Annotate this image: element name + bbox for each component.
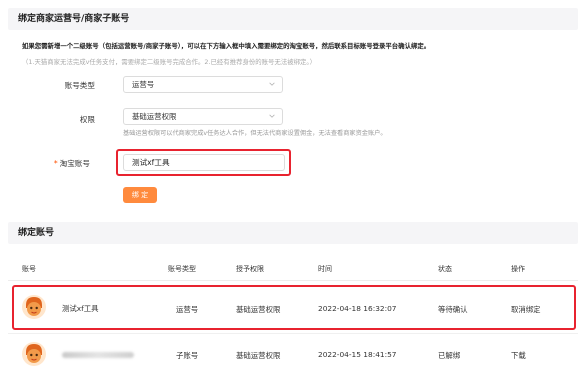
download-link[interactable]: 下载 <box>511 350 526 361</box>
col-header-account: 账号 <box>22 265 36 273</box>
account-type-label: 账号类型 <box>64 81 95 90</box>
account-type-value: 运营号 <box>132 80 155 89</box>
permission-select[interactable]: 基础运营权限 <box>123 108 283 125</box>
bind-hint-sub: （1.天猫商家无法完成v任务支付，需要绑定二级账号完成合作。2.已经有推荐身份的… <box>22 58 316 66</box>
required-mark: * <box>53 159 58 168</box>
taobao-account-label: * 淘宝账号 <box>0 158 90 169</box>
col-header-type: 账号类型 <box>168 265 196 273</box>
bind-button[interactable]: 绑 定 <box>123 187 157 203</box>
bound-section-title: 绑定账号 <box>8 222 578 244</box>
chevron-down-icon <box>269 114 275 118</box>
col-header-action: 操作 <box>511 265 525 273</box>
highlight-box-row <box>12 285 576 330</box>
bind-hint-main: 如果您需新增一个二级账号（包括运营账号/商家子账号），可以在下方输入框中填入需要… <box>22 42 431 50</box>
row-divider <box>8 333 578 334</box>
col-header-permission: 授予权限 <box>236 265 264 273</box>
row2-status: 已解绑 <box>438 351 461 360</box>
taobao-account-label-text: 淘宝账号 <box>59 159 90 168</box>
row2-permission: 基础运营权限 <box>236 351 281 360</box>
cartoon-avatar-icon <box>22 342 46 366</box>
account-type-select[interactable]: 运营号 <box>123 76 283 93</box>
row2-type: 子账号 <box>176 351 199 360</box>
permission-label: 权限 <box>79 115 95 124</box>
permission-value: 基础运营权限 <box>132 112 177 121</box>
permission-helper-text: 基础运营权限可以代商家完成v任务达人合作，但无法代商家设置佣金，无法查看商家资金… <box>123 130 387 137</box>
table-header-divider <box>8 280 578 281</box>
chevron-down-icon <box>269 82 275 86</box>
row2-account-redacted <box>62 352 134 358</box>
col-header-time: 时间 <box>318 265 332 273</box>
row2-time: 2022-04-15 18:41:57 <box>318 350 397 359</box>
highlight-box-input <box>116 149 291 176</box>
col-header-status: 状态 <box>438 265 452 273</box>
bind-section-title: 绑定商家运营号/商家子账号 <box>8 8 578 30</box>
